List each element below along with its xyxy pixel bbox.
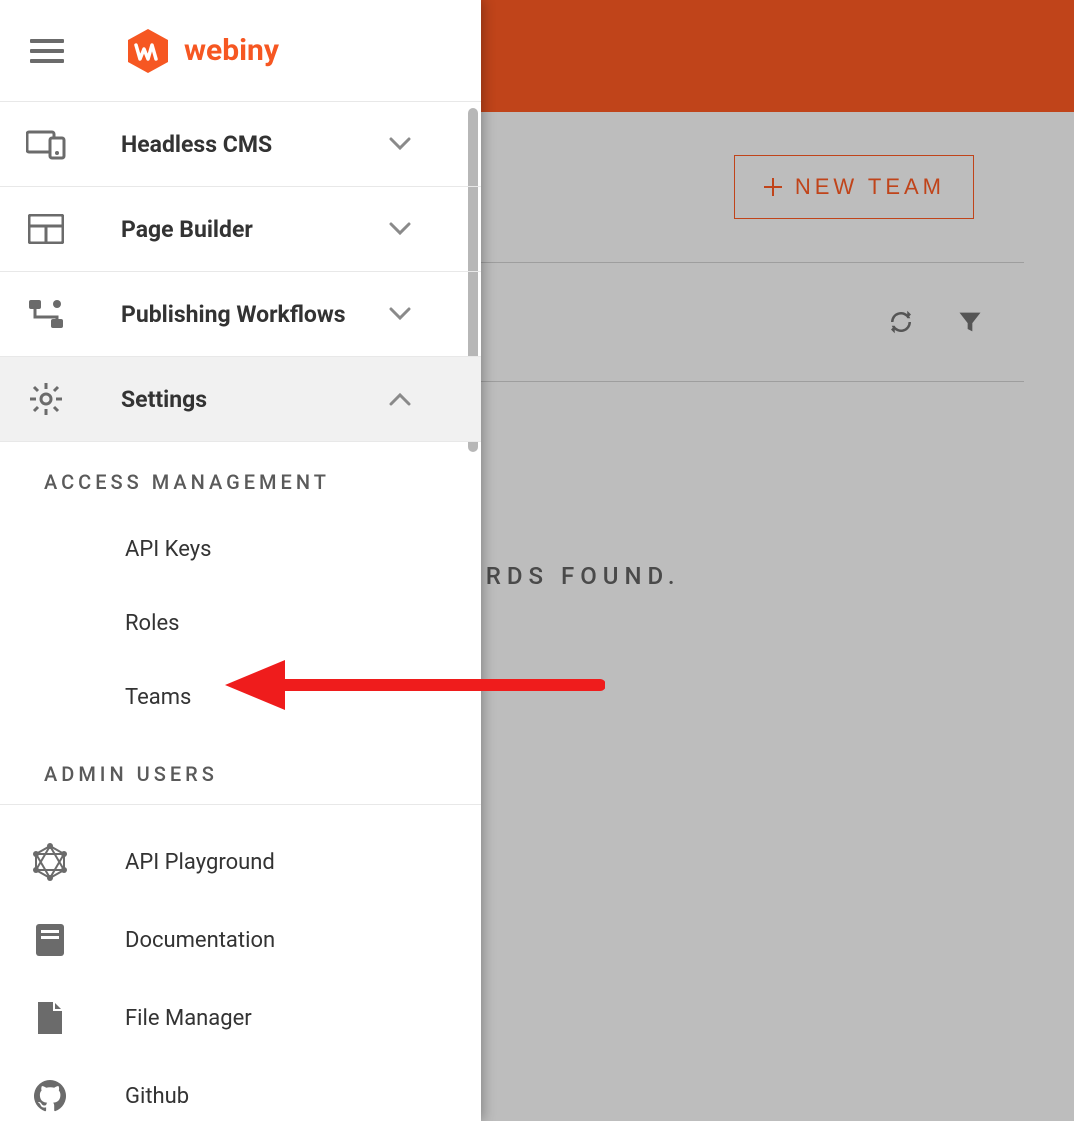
github-icon: [30, 1076, 70, 1116]
chevron-down-icon: [389, 307, 411, 321]
chevron-up-icon: [389, 392, 411, 406]
file-icon: [30, 998, 70, 1038]
sidebar-item-label: API Playground: [125, 850, 275, 875]
sidebar-item-api-playground[interactable]: API Playground: [0, 823, 481, 901]
book-icon: [30, 920, 70, 960]
graphql-icon: [30, 842, 70, 882]
nav-group-access-management: ACCESS MANAGEMENT: [0, 442, 481, 512]
sidebar-item-publishing-workflows[interactable]: Publishing Workflows: [0, 272, 481, 357]
chevron-down-icon: [389, 222, 411, 236]
sidebar-subitem-label: API Keys: [125, 537, 212, 562]
sidebar-item-documentation[interactable]: Documentation: [0, 901, 481, 979]
brand-name: webiny: [184, 33, 279, 68]
sidebar-subitem-label: Roles: [125, 611, 179, 636]
sidebar-item-github[interactable]: Github: [0, 1057, 481, 1121]
sidebar-item-headless-cms[interactable]: Headless CMS: [0, 102, 481, 187]
sidebar-item-label: Settings: [121, 386, 207, 413]
sidebar-subitem-teams[interactable]: Teams: [0, 660, 481, 734]
sidebar-item-label: Headless CMS: [121, 131, 272, 158]
devices-icon: [26, 124, 66, 164]
new-team-button[interactable]: NEW TEAM: [734, 155, 974, 219]
sidebar-subitem-api-keys[interactable]: API Keys: [0, 512, 481, 586]
sidebar-item-label: File Manager: [125, 1006, 252, 1031]
sidebar-drawer: webiny Headless CMS Page Builder: [0, 0, 481, 1121]
workflow-icon: [26, 294, 66, 334]
sidebar-subitem-label: Teams: [125, 685, 191, 710]
refresh-icon[interactable]: [886, 307, 916, 337]
new-team-button-label: NEW TEAM: [795, 174, 945, 200]
gear-icon: [26, 379, 66, 419]
filter-icon[interactable]: [956, 308, 984, 336]
layout-icon: [26, 209, 66, 249]
brand-logo[interactable]: webiny: [124, 27, 279, 75]
webiny-logo-icon: [124, 27, 172, 75]
plus-icon: [763, 177, 783, 197]
sidebar-item-label: Github: [125, 1084, 189, 1109]
sidebar-subitem-roles[interactable]: Roles: [0, 586, 481, 660]
sidebar-item-label: Publishing Workflows: [121, 301, 346, 328]
sidebar-item-label: Documentation: [125, 928, 275, 953]
hamburger-menu-icon[interactable]: [30, 39, 64, 63]
nav-group-admin-users: ADMIN USERS: [0, 734, 481, 804]
sidebar-item-settings[interactable]: Settings: [0, 357, 481, 442]
chevron-down-icon: [389, 137, 411, 151]
sidebar-item-file-manager[interactable]: File Manager: [0, 979, 481, 1057]
sidebar-item-page-builder[interactable]: Page Builder: [0, 187, 481, 272]
sidebar-item-label: Page Builder: [121, 216, 253, 243]
